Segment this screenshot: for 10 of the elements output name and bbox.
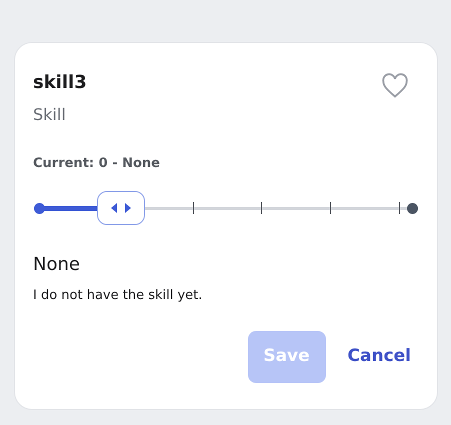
level-name: None [33, 253, 81, 277]
left-right-arrows-icon [110, 203, 132, 213]
cancel-button[interactable]: Cancel [348, 331, 411, 383]
slider-thumb[interactable] [97, 191, 146, 225]
skill-title: skill3 [33, 71, 87, 95]
heart-icon [381, 73, 409, 99]
skill-type: Skill [33, 105, 67, 125]
current-level-label: Current: 0 - None [33, 155, 162, 173]
level-description: I do not have the skill yet. [33, 287, 204, 305]
favorite-button[interactable] [381, 73, 409, 99]
